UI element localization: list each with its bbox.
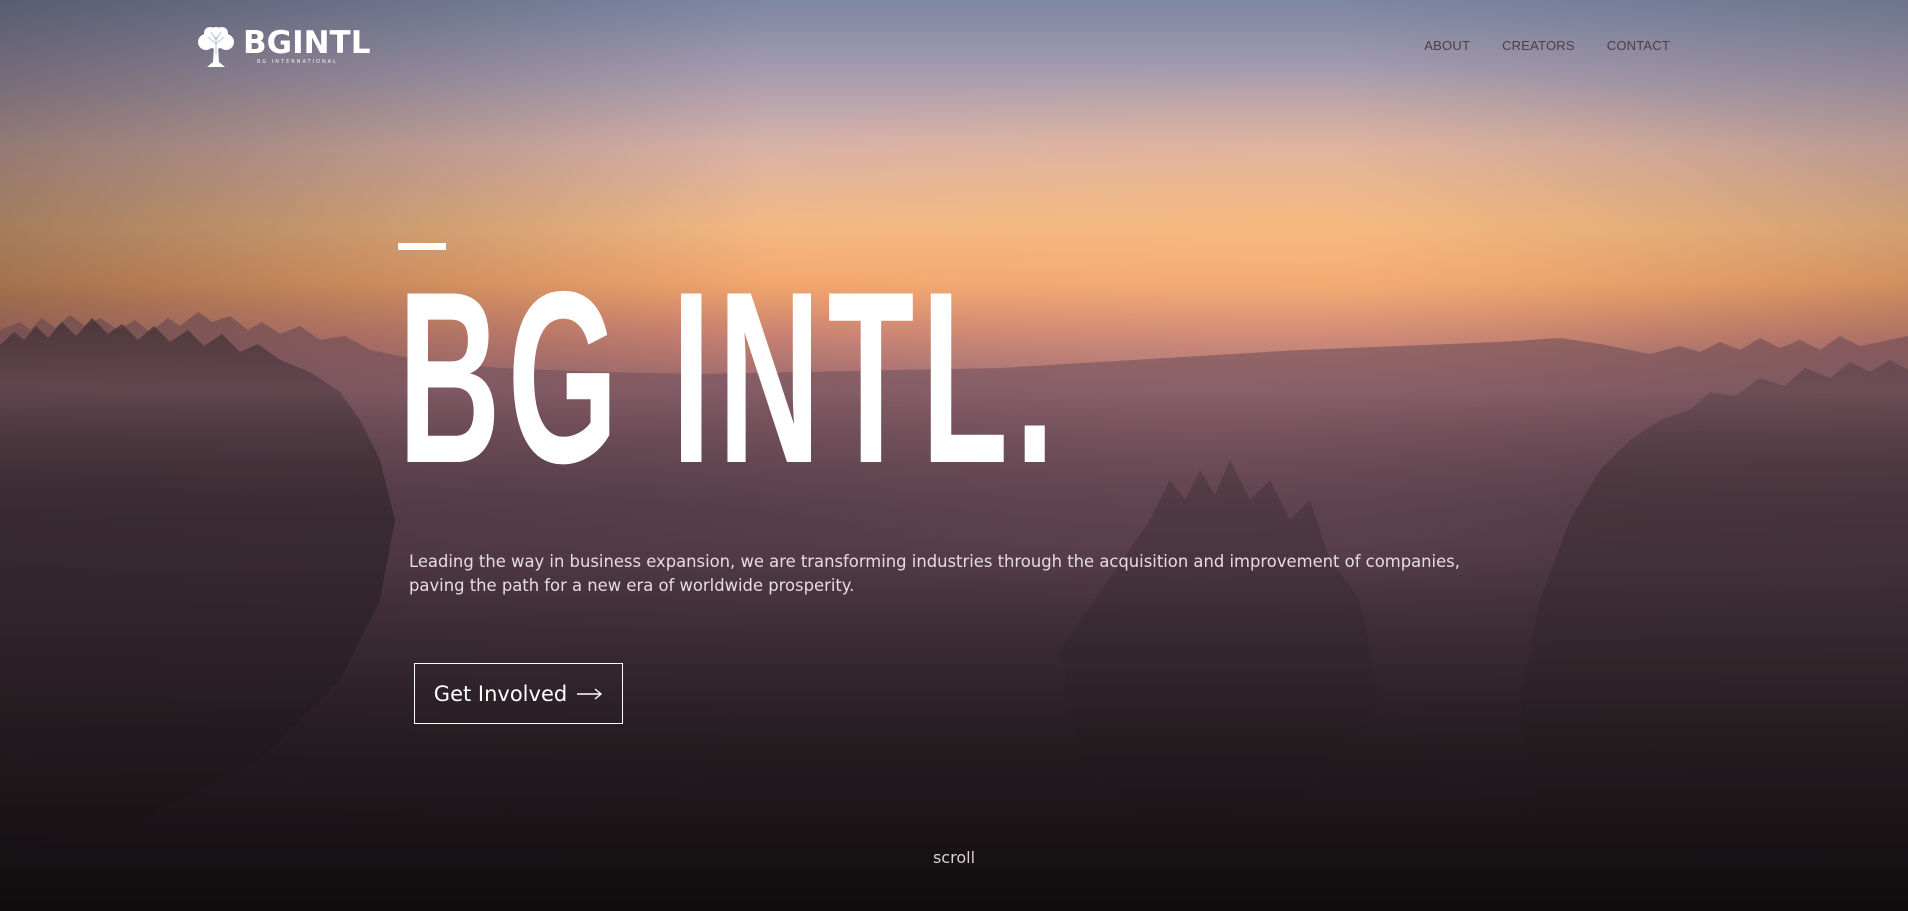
nav-link-contact[interactable]: CONTACT bbox=[1607, 38, 1670, 53]
tree-icon bbox=[198, 27, 234, 67]
get-involved-button[interactable]: Get Involved bbox=[414, 663, 623, 724]
nav-link-creators[interactable]: CREATORS bbox=[1502, 38, 1575, 53]
main-nav: ABOUT CREATORS CONTACT bbox=[1424, 38, 1670, 53]
hero-title: BG INTL. bbox=[398, 240, 1062, 514]
site-logo[interactable]: BGINTL BG INTERNATIONAL bbox=[195, 24, 370, 68]
get-involved-label: Get Involved bbox=[433, 681, 568, 706]
scroll-indicator[interactable]: scroll bbox=[0, 848, 1908, 867]
nav-link-about[interactable]: ABOUT bbox=[1424, 38, 1470, 53]
logo-tagline: BG INTERNATIONAL bbox=[257, 59, 338, 65]
hero-description: Leading the way in business expansion, w… bbox=[409, 552, 1460, 595]
arrow-right-icon bbox=[577, 687, 603, 700]
logo-wordmark: BGINTL bbox=[243, 25, 371, 61]
hero-section: BGINTL BG INTERNATIONAL ABOUT CREATORS C… bbox=[0, 0, 1908, 911]
